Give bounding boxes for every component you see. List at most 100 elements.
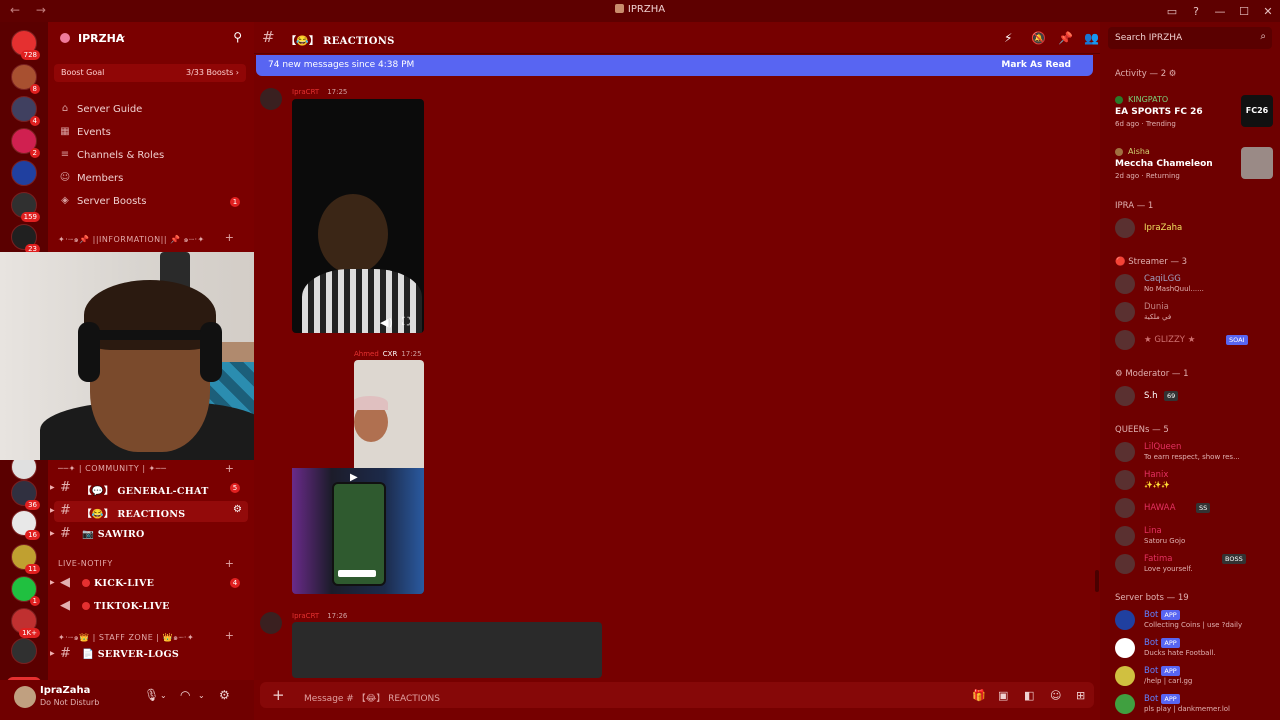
member-item[interactable]: IpraZaha bbox=[1115, 216, 1275, 240]
avatar[interactable] bbox=[14, 686, 36, 708]
activity-user: Aisha bbox=[1128, 147, 1150, 156]
chevron-down-icon[interactable]: ⌄ bbox=[160, 691, 167, 700]
gift-icon[interactable]: 🎁 bbox=[972, 689, 986, 702]
server-header[interactable]: IPRZHA ⌄ ⚲ bbox=[48, 22, 254, 54]
list-icon: ≡ bbox=[60, 149, 70, 160]
server-button[interactable] bbox=[11, 160, 37, 186]
gear-icon[interactable]: ⚙ bbox=[219, 688, 230, 702]
message-author[interactable]: IpraCRT bbox=[292, 612, 319, 620]
member-item[interactable]: HAWAA SS bbox=[1115, 496, 1275, 520]
member-item[interactable]: Bot APP/help | carl.gg bbox=[1115, 664, 1275, 688]
video-attachment[interactable]: ◀) ⛶ bbox=[292, 99, 424, 333]
add-attachment-icon[interactable]: + bbox=[272, 686, 285, 704]
gif-icon[interactable]: ▣ bbox=[998, 689, 1008, 702]
mark-as-read-button[interactable]: Mark As Read bbox=[1001, 60, 1071, 70]
chat-scrollbar[interactable] bbox=[1095, 570, 1099, 592]
play-icon[interactable]: ▶ bbox=[350, 472, 358, 483]
unread-indicator-icon: ▶ bbox=[50, 579, 55, 586]
microphone-icon[interactable]: 🎙 bbox=[144, 688, 159, 702]
category-label: ──✦ | COMMUNITY | ✦── bbox=[58, 464, 167, 473]
sticker-icon[interactable]: ◧ bbox=[1024, 689, 1034, 702]
channel-server-logs[interactable]: ▶ # 📄 SERVER-LOGS bbox=[50, 644, 248, 665]
boost-goal-bar[interactable]: Boost Goal 3/33 Boosts › bbox=[54, 64, 246, 82]
server-button[interactable]: 4 bbox=[11, 96, 40, 126]
headphones-icon[interactable]: ◠ bbox=[180, 688, 190, 702]
threads-icon[interactable]: ⚡ bbox=[1004, 31, 1012, 45]
message-author[interactable]: IpraCRT bbox=[292, 88, 319, 96]
hash-icon: # bbox=[60, 646, 71, 661]
user-name: IpraZaha bbox=[40, 685, 91, 696]
plus-icon[interactable]: + bbox=[225, 557, 234, 570]
plus-icon[interactable]: + bbox=[225, 629, 234, 642]
category-staff-zone[interactable]: ✦·┈๑👑 | STAFF ZONE | 👑๑┈·✦ + bbox=[58, 629, 250, 644]
server-button[interactable]: 159 bbox=[11, 192, 40, 222]
server-icon bbox=[614, 4, 624, 13]
channel-tiktok-live[interactable]: ◀ TIKTOK-LIVE bbox=[54, 596, 248, 617]
activity-card[interactable]: Aisha Meccha Chameleon 2d ago · Returnin… bbox=[1115, 147, 1273, 183]
server-button[interactable]: 16 bbox=[11, 510, 40, 540]
maximize-button[interactable]: ☐ bbox=[1232, 5, 1256, 18]
home-server-button[interactable]: 728 bbox=[11, 30, 40, 60]
embed-attachment[interactable] bbox=[292, 622, 602, 678]
category-community[interactable]: ──✦ | COMMUNITY | ✦── + bbox=[58, 462, 250, 477]
fullscreen-icon[interactable]: ⛶ bbox=[402, 315, 410, 329]
video-attachment[interactable]: ▶ bbox=[292, 468, 424, 594]
avatar bbox=[1115, 470, 1135, 490]
channel-general-chat[interactable]: ▶ # 【💬】 GENERAL-CHAT 5 bbox=[50, 478, 248, 499]
mute-icon[interactable]: 🔕 bbox=[1031, 31, 1046, 45]
inbox-icon[interactable]: ▭ bbox=[1160, 5, 1184, 18]
member-item[interactable]: Dunia في ملكية bbox=[1115, 300, 1275, 324]
chevron-down-icon[interactable]: ⌄ bbox=[198, 691, 205, 700]
member-item[interactable]: Lina Satoru Gojo bbox=[1115, 524, 1275, 548]
menu-server-guide[interactable]: ⌂ Server Guide bbox=[58, 100, 248, 120]
menu-members[interactable]: ☺ Members bbox=[58, 169, 248, 189]
menu-events[interactable]: ▦ Events bbox=[58, 123, 248, 143]
member-item[interactable]: CaqiLGG No MashQuul...... bbox=[1115, 272, 1275, 296]
help-icon[interactable]: ? bbox=[1184, 5, 1208, 18]
member-item[interactable]: ★ GLIZZY ★ SOAI bbox=[1115, 328, 1275, 352]
server-button[interactable]: 8 bbox=[11, 64, 40, 94]
avatar[interactable] bbox=[260, 612, 282, 634]
server-button[interactable] bbox=[11, 638, 37, 664]
server-button[interactable]: 23 bbox=[11, 224, 40, 254]
boost-icon: ◈ bbox=[61, 195, 69, 206]
plus-icon[interactable]: + bbox=[225, 462, 234, 475]
volume-icon[interactable]: ◀) bbox=[380, 316, 393, 329]
server-button[interactable]: 1K+ bbox=[11, 608, 40, 638]
member-list-icon[interactable]: 👥 bbox=[1084, 31, 1099, 45]
settings-icon[interactable]: ⚙ bbox=[233, 504, 242, 515]
member-item[interactable]: Bot APP pls play | dankmemer.lol bbox=[1115, 692, 1275, 716]
member-item[interactable]: Bot APP Ducks hate Football. bbox=[1115, 636, 1275, 660]
menu-server-boosts[interactable]: ◈ Server Boosts 1 bbox=[58, 192, 248, 212]
member-item[interactable]: Bot APP Collecting Coins | use ?daily bbox=[1115, 608, 1275, 632]
server-button[interactable]: 2 bbox=[11, 128, 40, 158]
channel-reactions[interactable]: ▶ # 【😂】 REACTIONS ⚙ bbox=[50, 501, 248, 522]
server-button[interactable]: 1 bbox=[11, 576, 40, 606]
apps-icon[interactable]: ⊞ bbox=[1076, 689, 1085, 702]
new-messages-bar[interactable]: 74 new messages since 4:38 PM Mark As Re… bbox=[256, 55, 1093, 76]
channel-kick-live[interactable]: ▶ ◀ KICK-LIVE 4 bbox=[50, 573, 248, 594]
pin-icon[interactable]: 📌 bbox=[1058, 31, 1073, 45]
close-button[interactable]: ✕ bbox=[1256, 5, 1280, 18]
category-information[interactable]: ✦·┈๑📌 ||INFORMATION|| 📌 ๑┈·✦ + bbox=[58, 231, 250, 246]
message-input[interactable]: + Message # 【😂】 REACTIONS 🎁 ▣ ◧ ☺ ⊞ bbox=[260, 682, 1094, 708]
server-button[interactable]: 36 bbox=[11, 480, 40, 510]
emoji-icon[interactable]: ☺ bbox=[1050, 689, 1061, 702]
search-input[interactable]: Search IPRZHA ⌕ bbox=[1108, 27, 1272, 49]
activity-card[interactable]: KINGPATO EA SPORTS FC 26 6d ago · Trendi… bbox=[1115, 95, 1273, 131]
image-attachment[interactable] bbox=[354, 360, 424, 468]
plus-icon[interactable]: + bbox=[225, 231, 234, 244]
channel-sawiro[interactable]: ▶ # 📷 SAWIRO bbox=[50, 524, 248, 545]
server-button[interactable]: 11 bbox=[11, 544, 40, 574]
avatar[interactable] bbox=[260, 88, 282, 110]
category-live-notify[interactable]: LIVE-NOTIFY + bbox=[58, 557, 250, 572]
menu-channels-roles[interactable]: ≡ Channels & Roles bbox=[58, 146, 248, 166]
member-item[interactable]: LilQueen To earn respect, show res... bbox=[1115, 440, 1275, 464]
member-item[interactable]: Hanix ✨✨✨ bbox=[1115, 468, 1275, 492]
minimize-button[interactable]: — bbox=[1208, 5, 1232, 18]
add-user-icon[interactable]: ⚲ bbox=[233, 30, 242, 44]
member-item[interactable]: S.h 69 bbox=[1115, 384, 1275, 408]
message-author[interactable]: Ahmed bbox=[354, 350, 379, 358]
message-placeholder: Message # 【😂】 REACTIONS bbox=[304, 694, 440, 704]
member-item[interactable]: Fatima Love yourself. BOSS bbox=[1115, 552, 1275, 576]
